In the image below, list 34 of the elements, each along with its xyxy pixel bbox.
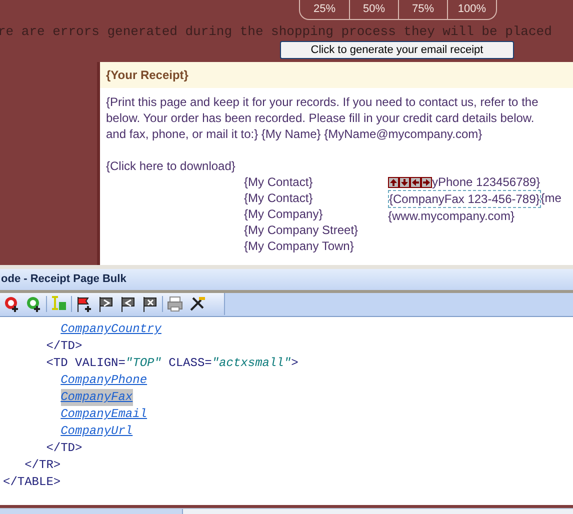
generate-receipt-button[interactable]: Click to generate your email receipt bbox=[280, 41, 514, 59]
move-down-icon[interactable] bbox=[399, 176, 410, 188]
zoom-option[interactable]: 50% bbox=[349, 0, 398, 19]
code-link[interactable]: CompanyCountry bbox=[60, 321, 162, 338]
move-left-icon[interactable] bbox=[410, 176, 421, 188]
company-url: {www.mycompany.com} bbox=[388, 208, 514, 224]
code-line: <TD VALIGN="TOP" CLASS="actxsmall"> bbox=[45, 355, 298, 372]
contact-line: {My Contact} bbox=[244, 190, 313, 206]
company-fax: {CompanyFax 123-456-789} bbox=[388, 190, 541, 208]
company-email: {me bbox=[540, 190, 562, 207]
receipt-title: {Your Receipt} bbox=[100, 62, 573, 88]
move-up-icon[interactable] bbox=[388, 176, 399, 188]
code-line: </TR> bbox=[24, 457, 61, 474]
code-line: </TD> bbox=[45, 440, 82, 457]
zoom-option[interactable]: 100% bbox=[447, 0, 496, 19]
code-line: </TABLE> bbox=[3, 474, 61, 491]
code-link[interactable]: CompanyFax bbox=[60, 389, 133, 406]
code-line: </TD> bbox=[45, 338, 82, 355]
contact-line: {My Company Town} bbox=[244, 238, 354, 254]
contact-line: {My Company} bbox=[244, 206, 323, 222]
zoom-option[interactable]: 25% bbox=[300, 0, 349, 19]
contact-line: {My Contact} bbox=[244, 174, 313, 190]
editor-title: ode - Receipt Page Bulk bbox=[1, 272, 126, 288]
code-link[interactable]: CompanyPhone bbox=[60, 372, 148, 389]
company-phone: yPhone 123456789} bbox=[432, 174, 540, 190]
contact-line: {My Company Street} bbox=[244, 222, 358, 238]
printer-icon[interactable] bbox=[165, 294, 185, 314]
code-link[interactable]: CompanyEmail bbox=[60, 406, 148, 423]
move-right-icon[interactable] bbox=[421, 176, 432, 188]
zoom-option[interactable]: 75% bbox=[398, 0, 447, 19]
download-link[interactable]: {Click here to download} bbox=[106, 158, 236, 174]
receipt-instructions: {Print this page and keep it for your records. If you need to contact us, refer to the below. Your order has been recorded. Please fill in your credit card details below. and fax, phone, or mail it to:} {My Name} {MyName@mycompany.com} bbox=[106, 94, 540, 142]
scrollbar-thumb[interactable] bbox=[0, 509, 183, 514]
code-link[interactable]: CompanyUrl bbox=[60, 423, 133, 440]
